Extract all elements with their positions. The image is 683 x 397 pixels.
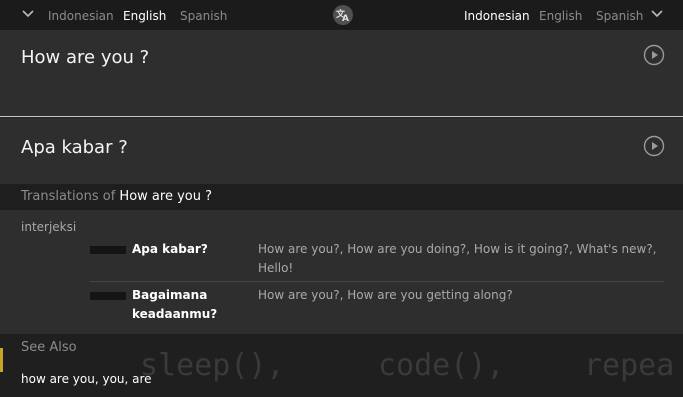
source-lang-english[interactable]: English xyxy=(123,9,166,23)
language-bar: Indonesian English Spanish 文 A Indonesia… xyxy=(0,0,683,30)
background-code-text: repea xyxy=(584,348,675,383)
translation-synonyms: How are you?, How are you getting along? xyxy=(258,288,513,302)
play-icon[interactable] xyxy=(643,44,665,66)
see-also-list[interactable]: how are you, you, are xyxy=(21,372,152,386)
target-lang-spanish[interactable]: Spanish xyxy=(596,9,643,23)
target-panel: Apa kabar ? xyxy=(0,118,683,184)
target-phrase: Apa kabar ? xyxy=(21,137,128,158)
translations-list: interjeksi Apa kabar? How are you?, How … xyxy=(0,210,683,334)
play-icon[interactable] xyxy=(643,135,665,157)
frequency-bar xyxy=(90,246,126,254)
translations-header-prefix: Translations of xyxy=(21,189,116,204)
see-also-label: See Also xyxy=(21,340,77,355)
translations-header: Translations of How are you ? xyxy=(0,184,683,210)
translation-synonyms: How are you?, How are you doing?, How is… xyxy=(258,242,657,275)
source-phrase[interactable]: How are you ? xyxy=(21,47,149,68)
translation-row[interactable]: Bagaimana keadaanmu? How are you?, How a… xyxy=(90,286,664,326)
target-lang-indonesian[interactable]: Indonesian xyxy=(464,9,530,23)
edge-accent xyxy=(0,348,3,372)
part-of-speech-label: interjeksi xyxy=(21,220,77,234)
svg-text:A: A xyxy=(342,14,349,24)
background-code-text: sleep(), xyxy=(140,348,285,383)
chevron-down-icon[interactable] xyxy=(22,10,34,18)
frequency-bar xyxy=(90,292,126,300)
chevron-down-icon[interactable] xyxy=(651,10,663,18)
source-panel: How are you ? xyxy=(0,30,683,117)
translation-row[interactable]: Apa kabar? How are you?, How are you doi… xyxy=(90,240,664,280)
source-lang-indonesian[interactable]: Indonesian xyxy=(48,9,114,23)
translate-swap-icon[interactable]: 文 A xyxy=(333,5,353,25)
row-divider xyxy=(90,281,664,282)
translation-word[interactable]: Apa kabar? xyxy=(132,240,252,259)
translation-word[interactable]: Bagaimana keadaanmu? xyxy=(132,286,252,324)
source-lang-spanish[interactable]: Spanish xyxy=(180,9,227,23)
translations-header-term: How are you ? xyxy=(119,189,212,204)
background-code: sleep(), code(), repea xyxy=(0,334,683,397)
background-code-text: code(), xyxy=(378,348,505,383)
target-lang-english[interactable]: English xyxy=(539,9,582,23)
